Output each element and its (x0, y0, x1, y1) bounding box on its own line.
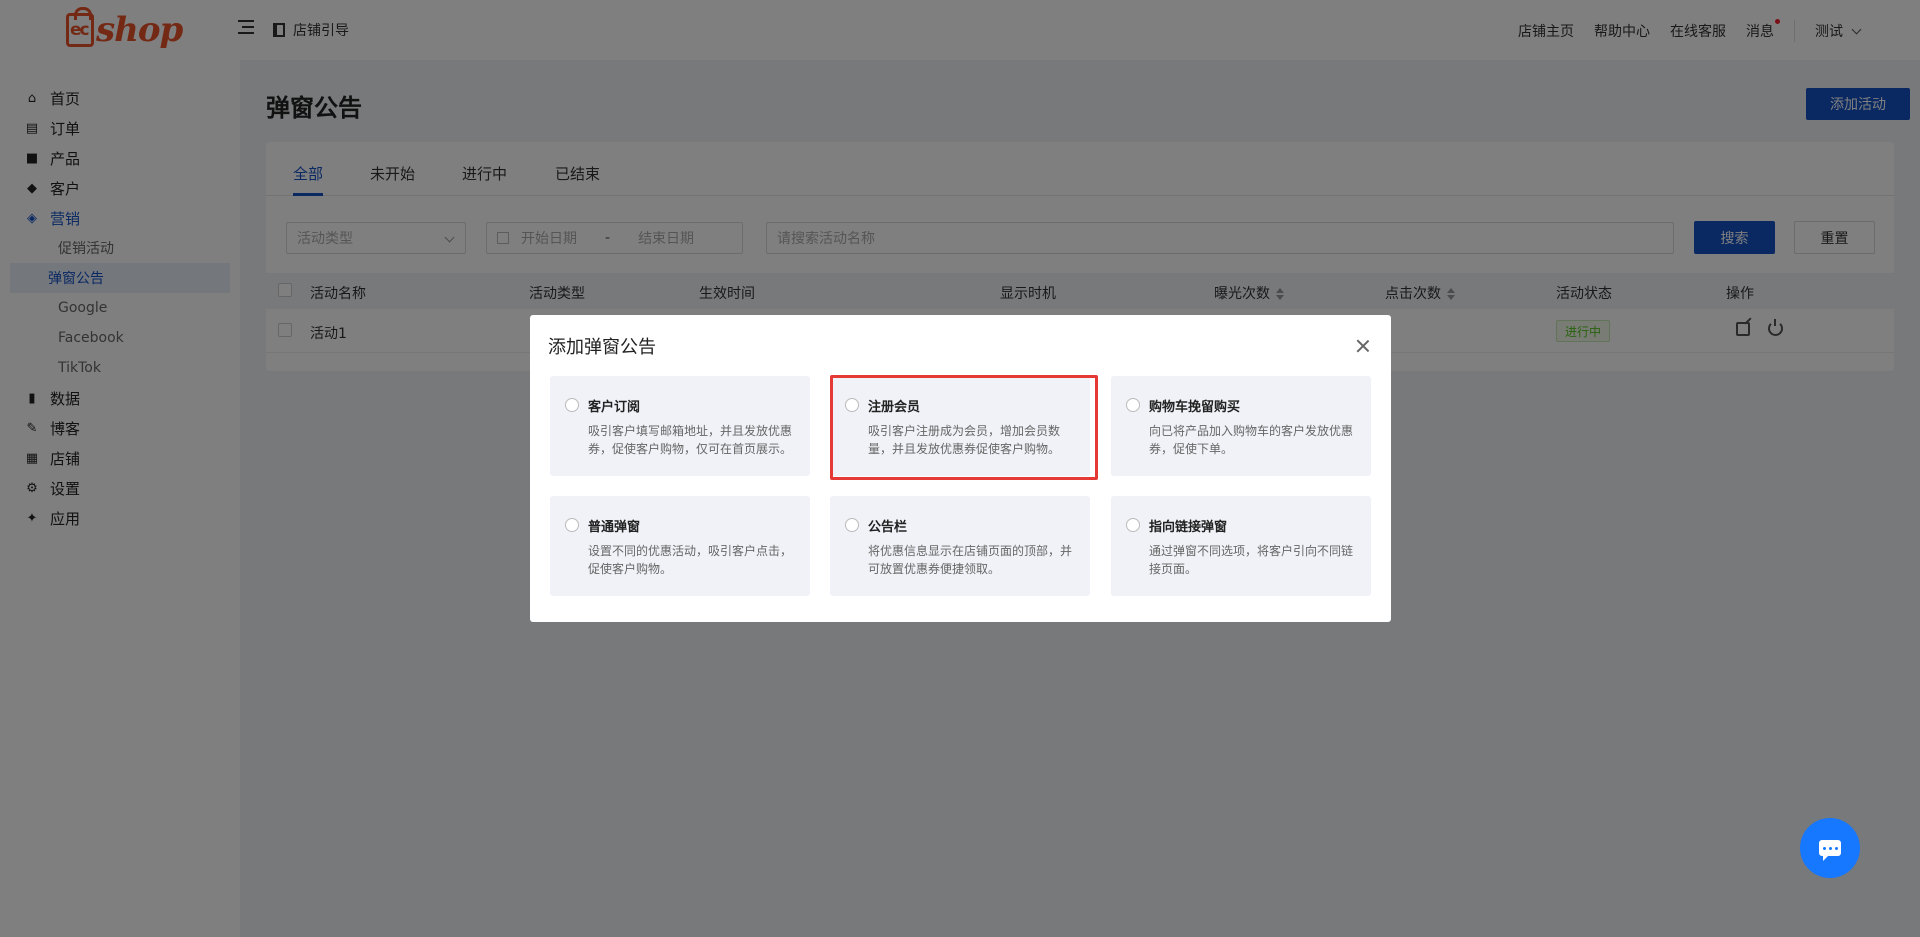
modal-title: 添加弹窗公告 (548, 337, 656, 358)
close-icon[interactable] (1356, 339, 1370, 353)
option-announcement-bar[interactable]: 公告栏 将优惠信息显示在店铺页面的顶部，并可放置优惠券便捷领取。 (830, 496, 1090, 596)
option-title: 客户订阅 (588, 400, 641, 415)
radio-button[interactable] (845, 518, 859, 532)
option-title: 公告栏 (868, 520, 908, 535)
radio-button[interactable] (1126, 398, 1140, 412)
radio-button[interactable] (1126, 518, 1140, 532)
chat-button[interactable] (1800, 818, 1860, 878)
option-description: 设置不同的优惠活动，吸引客户点击，促使客户购物。 (588, 544, 793, 576)
option-description: 吸引客户填写邮箱地址，并且发放优惠券，促使客户购物，仅可在首页展示。 (588, 424, 793, 456)
option-link-popup[interactable]: 指向链接弹窗 通过弹窗不同选项，将客户引向不同链接页面。 (1111, 496, 1371, 596)
radio-button[interactable] (565, 518, 579, 532)
option-general-popup[interactable]: 普通弹窗 设置不同的优惠活动，吸引客户点击，促使客户购物。 (550, 496, 810, 596)
option-title: 普通弹窗 (588, 520, 641, 535)
selection-highlight-box (830, 375, 1098, 480)
option-description: 将优惠信息显示在店铺页面的顶部，并可放置优惠券便捷领取。 (868, 544, 1073, 576)
option-cart-retention[interactable]: 购物车挽留购买 向已将产品加入购物车的客户发放优惠券，促使下单。 (1111, 376, 1371, 476)
chat-icon (1819, 840, 1841, 861)
option-description: 通过弹窗不同选项，将客户引向不同链接页面。 (1149, 544, 1354, 576)
option-customer-subscription[interactable]: 客户订阅 吸引客户填写邮箱地址，并且发放优惠券，促使客户购物，仅可在首页展示。 (550, 376, 810, 476)
radio-button[interactable] (565, 398, 579, 412)
option-description: 向已将产品加入购物车的客户发放优惠券，促使下单。 (1149, 424, 1354, 456)
option-title: 指向链接弹窗 (1149, 520, 1228, 535)
option-title: 购物车挽留购买 (1149, 400, 1241, 415)
